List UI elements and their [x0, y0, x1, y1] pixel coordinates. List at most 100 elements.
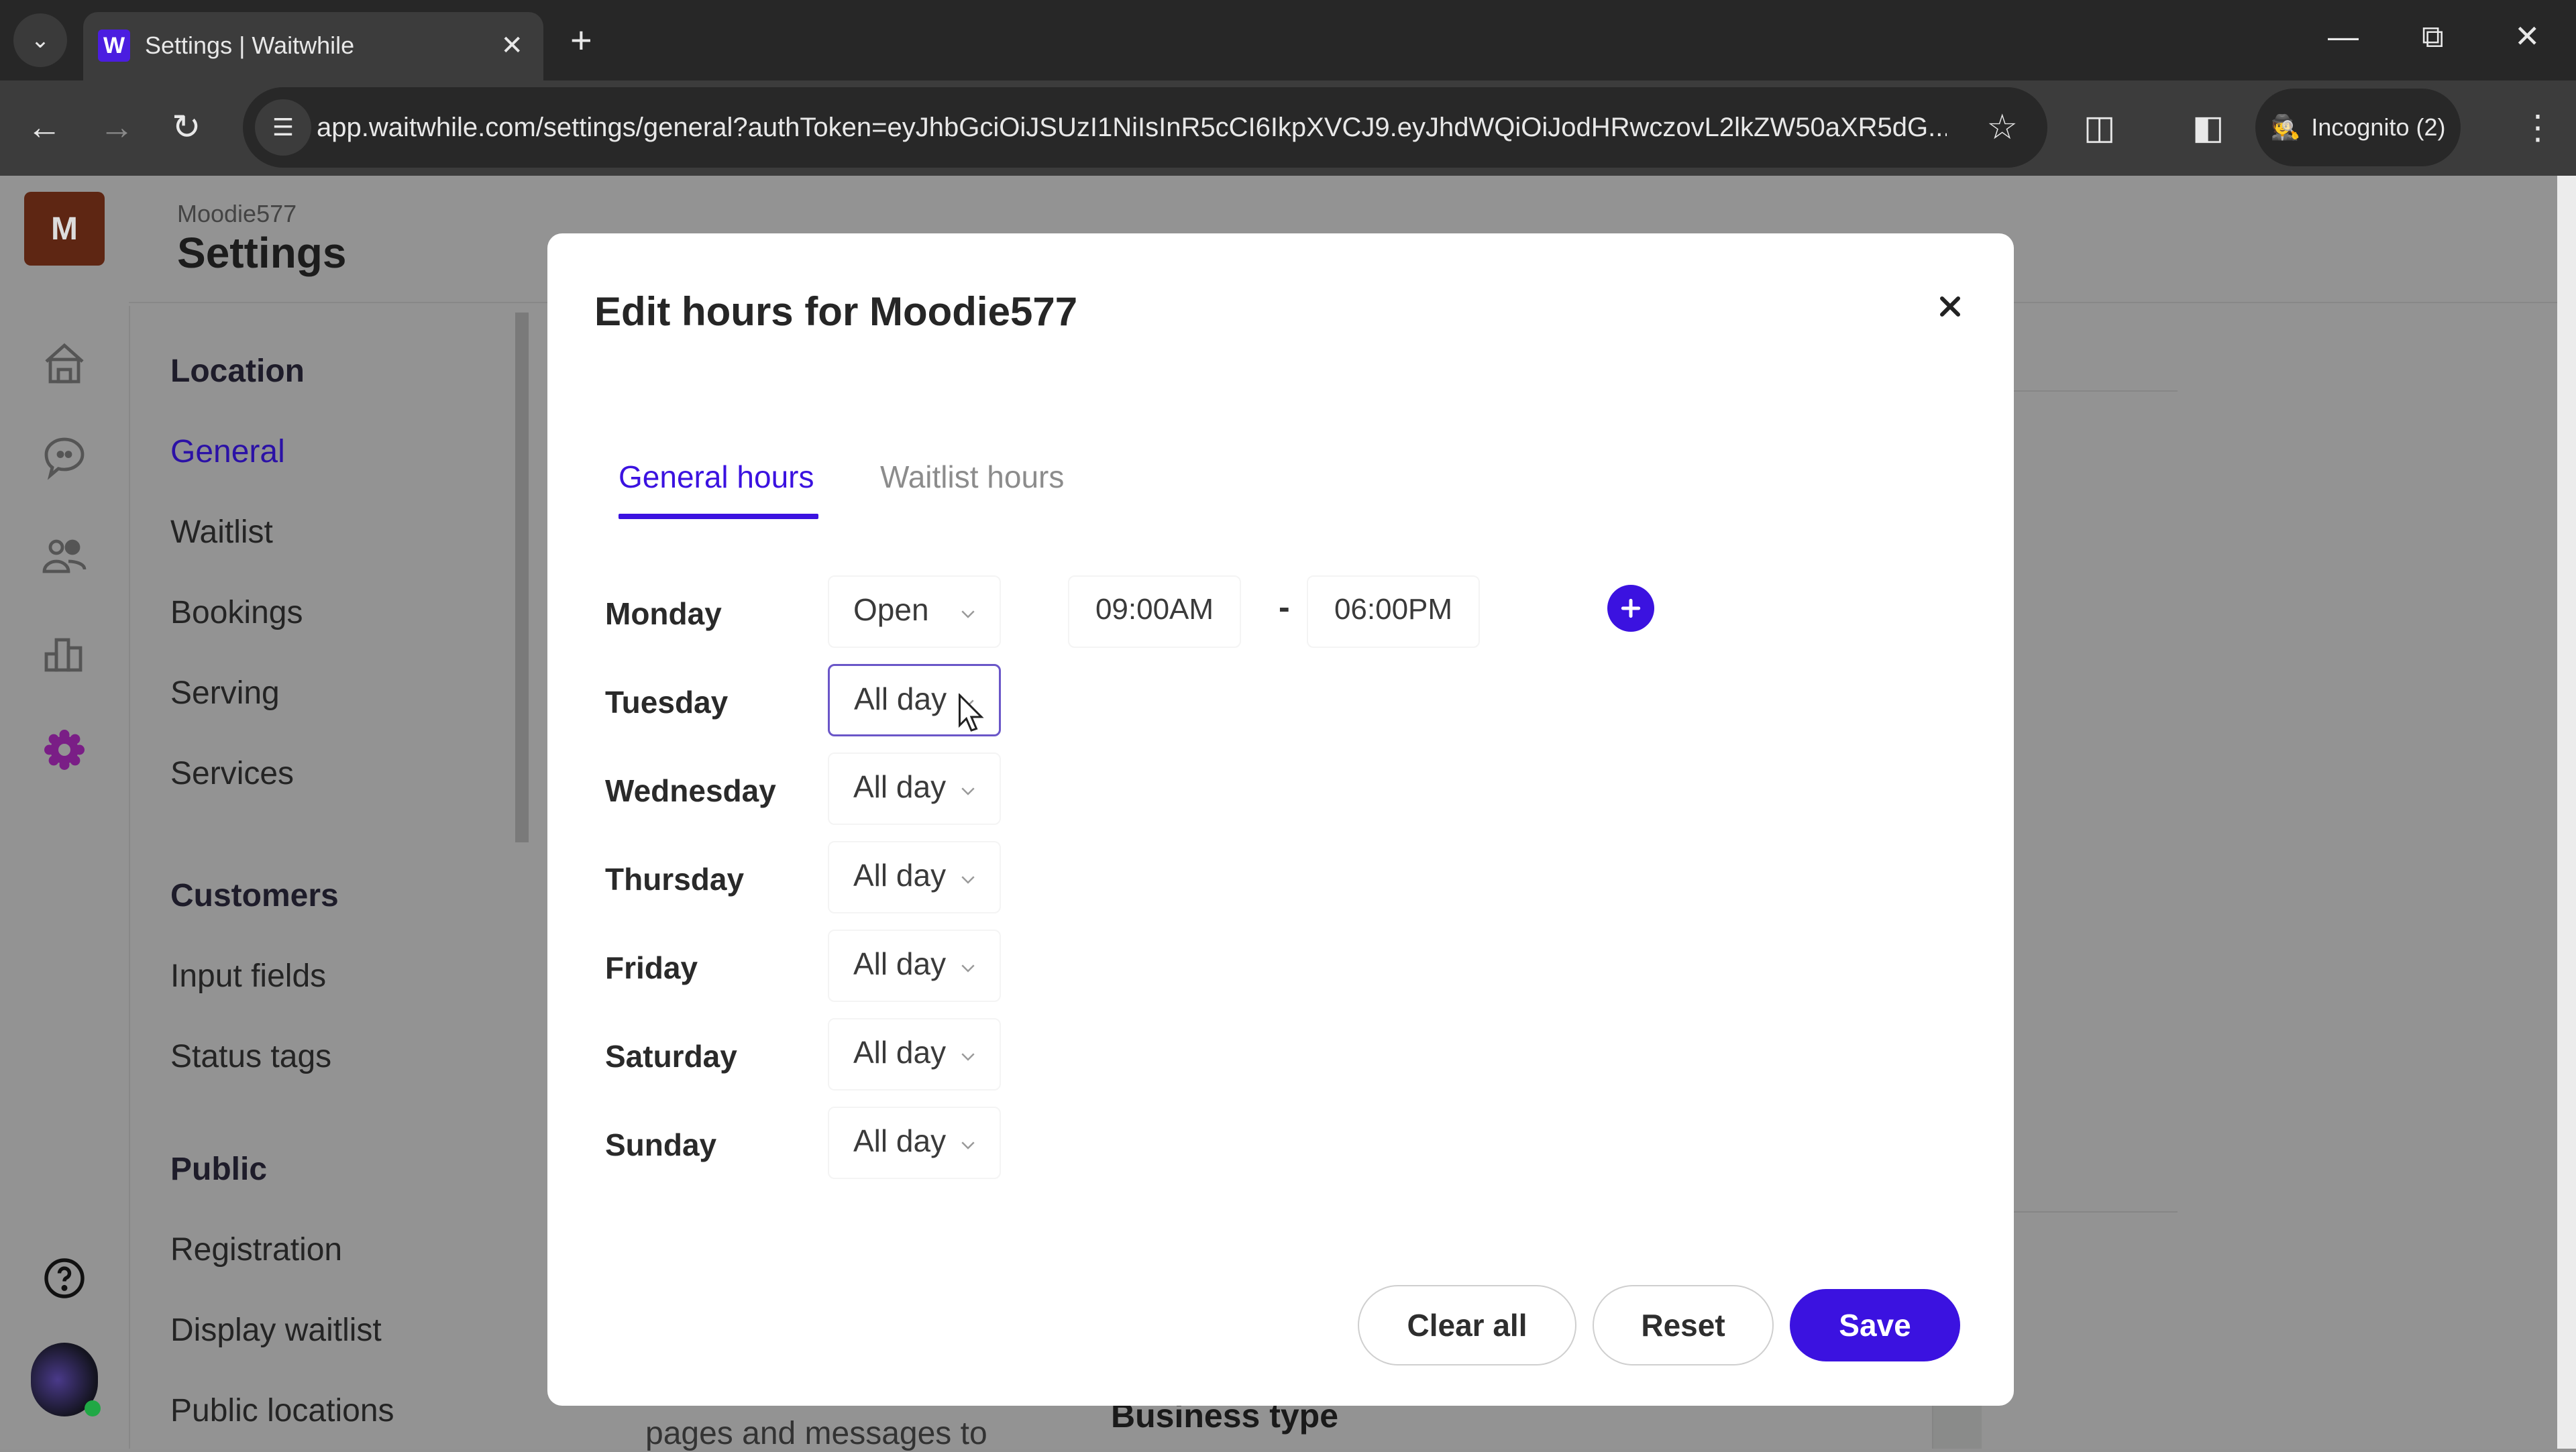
- back-arrow-icon: ←: [27, 108, 62, 147]
- close-window-button[interactable]: ✕: [2514, 16, 2540, 56]
- saturday-mode-select[interactable]: All day: [828, 1018, 1001, 1091]
- close-tab-button[interactable]: ✕: [500, 30, 523, 62]
- close-icon: ✕: [2514, 19, 2540, 54]
- friday-mode-select[interactable]: All day: [828, 930, 1001, 1002]
- chevron-down-icon: [961, 1053, 975, 1061]
- address-bar[interactable]: ☰ app.waitwhile.com/settings/general?aut…: [243, 87, 2047, 168]
- browser-menu-button[interactable]: ⋮: [2521, 101, 2555, 154]
- home-icon[interactable]: [38, 337, 91, 390]
- day-label: Wednesday: [605, 773, 776, 808]
- nav-item-registration[interactable]: Registration: [170, 1231, 342, 1268]
- chevron-down-icon: [961, 964, 975, 972]
- nav-item-waitlist[interactable]: Waitlist: [170, 514, 273, 551]
- customers-icon[interactable]: [38, 528, 91, 582]
- monday-open-time-input[interactable]: 09:00AM: [1068, 575, 1241, 648]
- incognito-icon: 🕵: [2270, 113, 2301, 141]
- select-value: All day: [853, 858, 947, 893]
- online-status-dot: [85, 1400, 101, 1416]
- settings-icon[interactable]: [38, 723, 91, 777]
- nav-group-customers: Customers: [170, 878, 339, 913]
- nav-item-status-tags[interactable]: Status tags: [170, 1038, 331, 1075]
- tab-title: Settings | Waitwhile: [145, 32, 355, 59]
- url-text[interactable]: app.waitwhile.com/settings/general?authT…: [317, 87, 1947, 168]
- plus-icon: +: [570, 19, 592, 61]
- select-value: All day: [853, 1035, 947, 1070]
- thursday-mode-select[interactable]: All day: [828, 841, 1001, 913]
- analytics-icon[interactable]: [38, 625, 91, 679]
- help-icon[interactable]: [38, 1251, 91, 1305]
- sunday-mode-select[interactable]: All day: [828, 1107, 1001, 1179]
- browser-titlebar: ⌄ W Settings | Waitwhile ✕ + — ⧉ ✕: [0, 0, 2576, 80]
- close-modal-button[interactable]: [1927, 283, 1974, 330]
- clear-all-button[interactable]: Clear all: [1358, 1285, 1576, 1365]
- chevron-down-icon: [961, 610, 975, 618]
- time-separator: -: [1279, 588, 1290, 626]
- save-button[interactable]: Save: [1790, 1289, 1960, 1361]
- nav-item-public-locations[interactable]: Public locations: [170, 1392, 394, 1429]
- page-scrollbar[interactable]: [2557, 176, 2576, 1449]
- mouse-cursor-icon: [959, 693, 984, 732]
- incognito-indicator[interactable]: 🕵 Incognito (2): [2255, 89, 2461, 166]
- star-icon: ☆: [1986, 108, 2018, 147]
- monday-mode-select[interactable]: Open: [828, 575, 1001, 648]
- side-panel-button[interactable]: ◧: [2192, 101, 2224, 154]
- chat-icon[interactable]: [38, 431, 91, 484]
- settings-nav-scrollbar[interactable]: [515, 313, 529, 842]
- nav-item-bookings[interactable]: Bookings: [170, 594, 303, 631]
- restore-button[interactable]: ⧉: [2422, 16, 2444, 56]
- tab-waitlist-hours[interactable]: Waitlist hours: [880, 459, 1064, 495]
- active-tab-indicator: [619, 514, 818, 519]
- waitwhile-favicon-icon: W: [98, 30, 130, 62]
- add-hours-button[interactable]: [1607, 585, 1654, 632]
- tab-search-button[interactable]: ⌄: [13, 13, 67, 67]
- plus-icon: [1621, 598, 1641, 618]
- extensions-button[interactable]: ◫: [2084, 101, 2115, 154]
- browser-tab[interactable]: W Settings | Waitwhile ✕: [83, 12, 543, 80]
- chevron-down-icon: [961, 1141, 975, 1150]
- puzzle-icon: ◫: [2084, 109, 2116, 146]
- chevron-down-icon: [961, 787, 975, 795]
- nav-item-serving[interactable]: Serving: [170, 675, 280, 712]
- reset-button[interactable]: Reset: [1593, 1285, 1774, 1365]
- reload-icon: ↻: [172, 108, 201, 147]
- forward-button[interactable]: →: [99, 106, 134, 149]
- account-avatar[interactable]: M: [24, 192, 105, 266]
- kebab-menu-icon: ⋮: [2521, 109, 2555, 146]
- day-label: Saturday: [605, 1039, 737, 1074]
- day-row-monday: Monday Open 09:00AM - 06:00PM: [605, 575, 1678, 649]
- new-tab-button[interactable]: +: [570, 20, 592, 60]
- incognito-label: Incognito (2): [2311, 113, 2446, 141]
- location-name: Moodie577: [177, 200, 297, 227]
- background-description-text: pages and messages to: [645, 1416, 987, 1451]
- minimize-icon: —: [2328, 19, 2359, 54]
- nav-item-input-fields[interactable]: Input fields: [170, 958, 326, 995]
- day-label: Thursday: [605, 862, 745, 897]
- back-button[interactable]: ←: [27, 106, 62, 149]
- reload-button[interactable]: ↻: [172, 106, 201, 149]
- day-row-sunday: Sunday All day: [605, 1107, 1678, 1180]
- site-info-button[interactable]: ☰: [255, 99, 311, 156]
- modal-title: Edit hours for Moodie577: [594, 289, 1078, 334]
- close-icon: [1940, 296, 1960, 317]
- select-value: Open: [853, 592, 929, 627]
- settings-nav: Location General Waitlist Bookings Servi…: [129, 306, 531, 1449]
- nav-item-services[interactable]: Services: [170, 755, 294, 792]
- tab-general-hours[interactable]: General hours: [619, 459, 814, 495]
- icon-rail: M: [0, 176, 129, 1449]
- forward-arrow-icon: →: [99, 108, 134, 147]
- wednesday-mode-select[interactable]: All day: [828, 752, 1001, 825]
- nav-item-display-waitlist[interactable]: Display waitlist: [170, 1312, 382, 1349]
- day-row-tuesday: Tuesday All day: [605, 664, 1678, 738]
- minimize-button[interactable]: —: [2328, 16, 2359, 56]
- day-row-thursday: Thursday All day: [605, 841, 1678, 915]
- day-row-saturday: Saturday All day: [605, 1018, 1678, 1092]
- bookmark-button[interactable]: ☆: [1986, 87, 2018, 168]
- chevron-down-icon: [961, 876, 975, 884]
- select-value: All day: [853, 946, 947, 981]
- select-value: All day: [854, 681, 947, 716]
- time-value: 06:00PM: [1334, 593, 1453, 626]
- nav-item-general[interactable]: General: [170, 433, 285, 470]
- chevron-down-icon: ⌄: [30, 27, 50, 53]
- day-label: Tuesday: [605, 685, 729, 720]
- monday-close-time-input[interactable]: 06:00PM: [1307, 575, 1480, 648]
